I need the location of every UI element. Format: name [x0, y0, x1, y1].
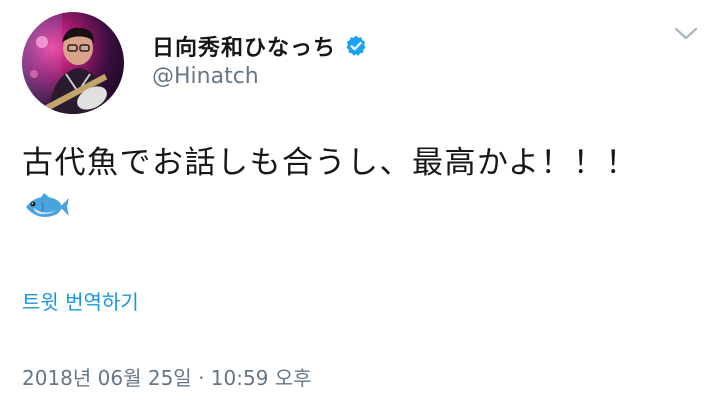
fish-icon	[22, 190, 70, 224]
author-display-name[interactable]: 日向秀和ひなっち	[152, 30, 336, 62]
tweet-text: 古代魚でお話しも合うし、最高かよ！！！	[22, 145, 638, 181]
verified-badge-icon	[344, 34, 368, 58]
tweet-card: 日向秀和ひなっち @Hinatch 古代魚でお話しも合うし、最高かよ！！！ 트윗…	[0, 0, 720, 400]
avatar-image	[22, 12, 124, 114]
author-handle[interactable]: @Hinatch	[152, 64, 259, 89]
author-name-row[interactable]: 日向秀和ひなっち	[152, 30, 368, 62]
chevron-down-icon[interactable]	[672, 24, 700, 44]
translate-tweet-link[interactable]: 트윗 번역하기	[22, 286, 139, 315]
tweet-body: 古代魚でお話しも合うし、最高かよ！！！	[22, 140, 702, 224]
tweet-timestamp[interactable]: 2018년 06월 25일 · 10:59 오후	[22, 362, 312, 391]
avatar[interactable]	[22, 12, 124, 114]
